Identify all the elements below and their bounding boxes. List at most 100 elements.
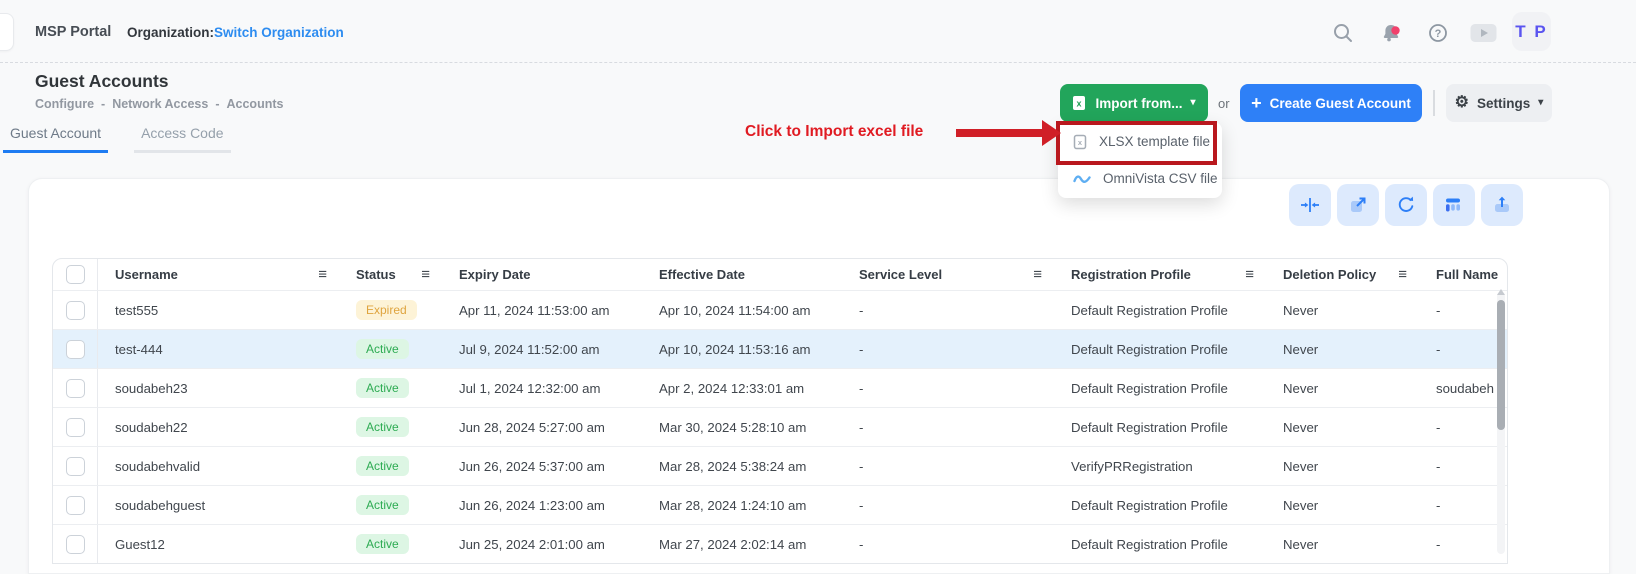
open-in-new-icon[interactable] <box>1337 184 1379 226</box>
column-header-status[interactable]: Status ≡ <box>343 259 446 290</box>
row-checkbox[interactable] <box>66 379 85 398</box>
cell-deletion-policy: Never <box>1270 330 1423 368</box>
scrollbar-up-arrow[interactable] <box>1497 289 1505 295</box>
breadcrumb: Configure-Network Access-Accounts <box>35 97 283 111</box>
menu-item-omnivista-csv-file[interactable]: OmniVista CSV file <box>1058 160 1222 197</box>
settings-button[interactable]: ⚙ Settings ▾ <box>1446 84 1552 122</box>
chevron-down-icon: ▾ <box>1538 98 1543 108</box>
column-header-deletion-policy[interactable]: Deletion Policy≡ <box>1270 259 1423 290</box>
cell-username: soudabeh22 <box>98 408 343 446</box>
cell-status: Active <box>343 447 446 485</box>
row-checkbox[interactable] <box>66 418 85 437</box>
row-checkbox[interactable] <box>66 496 85 515</box>
row-checkbox-cell <box>53 525 98 563</box>
video-tutorial-icon[interactable] <box>1469 21 1497 45</box>
sidebar-toggle-handle[interactable] <box>0 13 14 51</box>
cell-deletion-policy: Never <box>1270 291 1423 329</box>
cell-username: Guest12 <box>98 525 343 563</box>
excel-file-icon: x <box>1072 95 1087 111</box>
annotation-arrow <box>956 129 1044 137</box>
column-header-service-level[interactable]: Service Level ≡ <box>846 259 1058 290</box>
row-checkbox[interactable] <box>66 457 85 476</box>
row-checkbox[interactable] <box>66 301 85 320</box>
import-dropdown-menu: x XLSX template file OmniVista CSV file <box>1058 122 1222 198</box>
cell-effective-date: Mar 27, 2024 2:02:14 am <box>646 525 846 563</box>
cell-effective-date: Mar 28, 2024 1:24:10 am <box>646 486 846 524</box>
table-row[interactable]: soudabehvalidActiveJun 26, 2024 5:37:00 … <box>53 446 1507 485</box>
breadcrumb-item[interactable]: Accounts <box>227 97 284 111</box>
cell-service-level: - <box>846 369 1058 407</box>
tab-guest-account[interactable]: Guest Account <box>3 121 108 153</box>
switch-organization-link[interactable]: Switch Organization <box>214 25 344 40</box>
cell-full-name: - <box>1423 330 1507 368</box>
row-checkbox[interactable] <box>66 535 85 554</box>
page-title: Guest Accounts <box>35 71 169 92</box>
cell-status: Active <box>343 369 446 407</box>
top-bar: MSP Portal Organization: Switch Organiza… <box>0 0 1636 63</box>
column-filter-icon[interactable]: ≡ <box>1245 266 1254 283</box>
table-row[interactable]: soudabeh22ActiveJun 28, 2024 5:27:00 amM… <box>53 407 1507 446</box>
cell-full-name: - <box>1423 525 1507 563</box>
status-badge: Active <box>356 456 409 476</box>
column-label: Username <box>115 267 178 282</box>
table-row[interactable]: soudabeh23ActiveJul 1, 2024 12:32:00 amA… <box>53 368 1507 407</box>
column-label: Registration Profile <box>1071 267 1191 282</box>
cell-service-level: - <box>846 330 1058 368</box>
table-body: test555ExpiredApr 11, 2024 11:53:00 amAp… <box>53 290 1507 563</box>
search-icon[interactable] <box>1331 21 1355 45</box>
row-checkbox[interactable] <box>66 340 85 359</box>
help-icon[interactable]: ? <box>1426 21 1450 45</box>
guest-accounts-table: Username ≡ Status ≡ Expiry DateEffective Dat… <box>52 258 1508 564</box>
scrollbar-thumb[interactable] <box>1497 300 1505 430</box>
column-filter-icon[interactable]: ≡ <box>421 266 430 283</box>
import-from-button[interactable]: x Import from... ▾ <box>1060 84 1208 122</box>
column-header-effective-date[interactable]: Effective Date <box>646 259 846 290</box>
notifications-bell-icon[interactable] <box>1379 21 1403 45</box>
cell-username: test555 <box>98 291 343 329</box>
cell-registration-profile: Default Registration Profile <box>1058 486 1270 524</box>
column-header-full-name[interactable]: Full Name <box>1423 259 1507 290</box>
cell-deletion-policy: Never <box>1270 525 1423 563</box>
cell-expiry-date: Jun 25, 2024 2:01:00 am <box>446 525 646 563</box>
menu-item-xlsx-template-file[interactable]: x XLSX template file <box>1058 123 1222 160</box>
cell-registration-profile: Default Registration Profile <box>1058 291 1270 329</box>
cell-deletion-policy: Never <box>1270 369 1423 407</box>
table-row[interactable]: test555ExpiredApr 11, 2024 11:53:00 amAp… <box>53 290 1507 329</box>
menu-item-label: OmniVista CSV file <box>1103 171 1218 186</box>
cell-status: Active <box>343 486 446 524</box>
cell-full-name: soudabeh <box>1423 369 1507 407</box>
column-label: Service Level <box>859 267 942 282</box>
column-filter-icon[interactable]: ≡ <box>1398 266 1407 283</box>
cell-effective-date: Apr 10, 2024 11:54:00 am <box>646 291 846 329</box>
export-icon[interactable] <box>1481 184 1523 226</box>
column-header-registration-profile[interactable]: Registration Profile ≡ <box>1058 259 1270 290</box>
table-row[interactable]: test-444ActiveJul 9, 2024 11:52:00 amApr… <box>53 329 1507 368</box>
select-all-checkbox[interactable] <box>66 265 85 284</box>
column-filter-icon[interactable]: ≡ <box>318 266 327 283</box>
table-row[interactable]: soudabehguestActiveJun 26, 2024 1:23:00 … <box>53 485 1507 524</box>
table-columns-icon[interactable] <box>1433 184 1475 226</box>
chevron-down-icon: ▾ <box>1190 98 1195 108</box>
cell-service-level: - <box>846 525 1058 563</box>
user-avatar[interactable]: T P <box>1512 12 1551 51</box>
table-scrollbar[interactable] <box>1497 292 1505 554</box>
column-header-expiry-date[interactable]: Expiry Date <box>446 259 646 290</box>
cell-registration-profile: Default Registration Profile <box>1058 408 1270 446</box>
msp-portal-page: MSP Portal Organization: Switch Organiza… <box>0 0 1636 572</box>
breadcrumb-item[interactable]: Network Access <box>112 97 208 111</box>
column-header-username[interactable]: Username ≡ <box>98 259 343 290</box>
collapse-columns-icon[interactable] <box>1289 184 1331 226</box>
create-guest-account-button[interactable]: + Create Guest Account <box>1240 84 1422 122</box>
table-row[interactable]: Guest12ActiveJun 25, 2024 2:01:00 amMar … <box>53 524 1507 563</box>
status-badge: Active <box>356 495 409 515</box>
column-label: Status <box>356 267 396 282</box>
cell-expiry-date: Jun 26, 2024 1:23:00 am <box>446 486 646 524</box>
refresh-icon[interactable] <box>1385 184 1427 226</box>
column-filter-icon[interactable]: ≡ <box>1033 266 1042 283</box>
tab-access-code[interactable]: Access Code <box>134 121 230 153</box>
breadcrumb-item[interactable]: Configure <box>35 97 94 111</box>
organization-label: Organization: <box>127 25 214 40</box>
tab-bar: Guest Account Access Code <box>3 121 231 153</box>
cell-service-level: - <box>846 447 1058 485</box>
cell-expiry-date: Jun 26, 2024 5:37:00 am <box>446 447 646 485</box>
